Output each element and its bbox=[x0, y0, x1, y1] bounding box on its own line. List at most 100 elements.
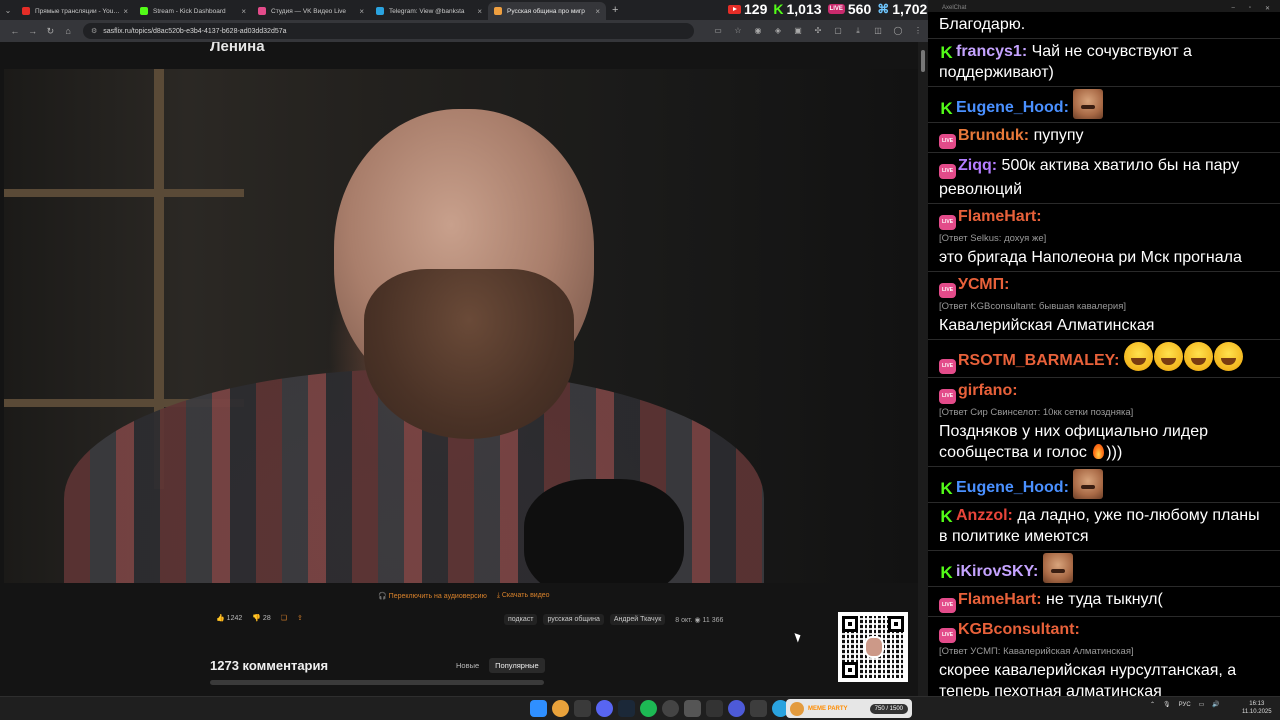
chat-message: K Anzzol: да ладно, уже по-любому планы в… bbox=[928, 503, 1280, 551]
back-icon[interactable]: ← bbox=[6, 26, 24, 36]
chat-username[interactable]: KGBconsultant: bbox=[958, 621, 1080, 638]
tab-close-icon[interactable]: × bbox=[477, 7, 482, 16]
app-icon[interactable] bbox=[706, 700, 723, 717]
home-icon[interactable]: ⌂ bbox=[59, 26, 77, 36]
chat-username[interactable]: FlameHart: bbox=[958, 208, 1042, 225]
vk-viewers: LIVE 560 bbox=[827, 1, 872, 17]
vk-live-icon: LIVE bbox=[939, 283, 956, 298]
app-icon[interactable] bbox=[684, 700, 701, 717]
youtube-icon bbox=[728, 4, 741, 14]
chat-reply-quote: [Ответ Selkus: дохуя же] bbox=[939, 233, 1047, 244]
browser-tab[interactable]: Студия — VK Видео Live × bbox=[252, 2, 370, 20]
forward-icon[interactable]: → bbox=[24, 26, 42, 36]
download-icon[interactable]: ⤓ bbox=[848, 26, 868, 36]
tab-close-icon[interactable]: × bbox=[123, 7, 128, 16]
microphone-icon[interactable]: 🎙 bbox=[1163, 701, 1171, 708]
video-meta: 8 окт. ◉ 11 366 bbox=[675, 616, 724, 624]
profile-icon[interactable]: ◯ bbox=[888, 26, 908, 36]
extension-icon[interactable]: ▣ bbox=[788, 26, 808, 36]
dislike-button[interactable]: 👎 28 bbox=[252, 614, 270, 622]
bookmark-icon[interactable]: ❏ bbox=[281, 614, 287, 622]
maximize-icon[interactable]: ▫ bbox=[1249, 5, 1251, 12]
browser-tab[interactable]: Stream - Kick Dashboard × bbox=[134, 2, 252, 20]
scrollbar-thumb[interactable] bbox=[921, 50, 925, 72]
chat-username[interactable]: Eugene_Hood: bbox=[956, 99, 1069, 116]
split-view-icon[interactable]: ◫ bbox=[868, 26, 888, 36]
page-scrollbar[interactable] bbox=[918, 42, 928, 696]
close-icon[interactable]: ✕ bbox=[1265, 5, 1270, 12]
network-icon[interactable]: ▭ bbox=[1199, 701, 1205, 708]
app-icon[interactable] bbox=[574, 700, 591, 717]
chat-username[interactable]: Brunduk: bbox=[958, 127, 1029, 144]
new-tab-button[interactable]: + bbox=[612, 4, 618, 16]
chat-username[interactable]: Ziqq: bbox=[958, 157, 997, 174]
bookmark-star-icon[interactable]: ☆ bbox=[728, 26, 748, 36]
tag-item[interactable]: Андрей Ткачук bbox=[609, 614, 666, 625]
tag-item[interactable]: русская община bbox=[543, 614, 604, 625]
discord-icon[interactable] bbox=[596, 700, 613, 717]
chat-username[interactable]: RSOTM_BARMALEY: bbox=[958, 352, 1119, 369]
chat-username[interactable]: iKirovSKY: bbox=[956, 563, 1038, 580]
chat-message: LIVE KGBconsultant: [Ответ УСМП: Кавалери… bbox=[928, 617, 1280, 696]
chat-message: Благодарю. bbox=[928, 12, 1280, 39]
sort-popular-tab[interactable]: Популярные bbox=[489, 658, 545, 673]
tray-expand-icon[interactable]: ⌃ bbox=[1150, 701, 1155, 708]
chat-message: LIVE FlameHart: не туда тыкнул( bbox=[928, 587, 1280, 617]
chat-username[interactable]: Anzzol: bbox=[956, 507, 1013, 524]
chat-text: Благодарю. bbox=[939, 16, 1026, 33]
system-clock[interactable]: 16:13 11.10.2025 bbox=[1242, 700, 1272, 716]
reaction-bar: 👍 1242 👎 28 ❏ ⇪ bbox=[216, 614, 303, 622]
tab-close-icon[interactable]: × bbox=[359, 7, 364, 16]
tab-close-icon[interactable]: × bbox=[595, 7, 600, 16]
youtube-viewers: 129 bbox=[728, 1, 767, 17]
tab-group-icon[interactable]: ▢ bbox=[828, 26, 848, 36]
chat-username[interactable]: Eugene_Hood: bbox=[956, 479, 1069, 496]
browser-tab[interactable]: Русская община про мигр × bbox=[488, 2, 606, 20]
tab-search-menu-icon[interactable]: ⌄ bbox=[0, 6, 16, 15]
taskbar-apps bbox=[530, 700, 789, 717]
tab-close-icon[interactable]: × bbox=[241, 7, 246, 16]
windows-start-icon[interactable] bbox=[530, 700, 547, 717]
chrome-icon[interactable] bbox=[552, 700, 569, 717]
extension-icon[interactable]: ◉ bbox=[748, 26, 768, 36]
tag-list: подкаст русская община Андрей Ткачук 8 о… bbox=[504, 614, 723, 625]
extensions-puzzle-icon[interactable]: ✣ bbox=[808, 26, 828, 36]
system-tray: ⌃ 🎙 РУС ▭ 🔊 bbox=[1150, 701, 1220, 709]
language-indicator[interactable]: РУС bbox=[1179, 702, 1191, 708]
speaker-beard bbox=[364, 269, 574, 439]
video-player[interactable] bbox=[4, 69, 918, 583]
spotify-icon[interactable] bbox=[640, 700, 657, 717]
volume-icon[interactable]: 🔊 bbox=[1212, 701, 1219, 708]
chat-username[interactable]: УСМП: bbox=[958, 276, 1009, 293]
taskbar: MEME PARTY 750 / 1500 ⌃ 🎙 РУС ▭ 🔊 16:13 … bbox=[0, 696, 1280, 720]
like-button[interactable]: 👍 1242 bbox=[216, 614, 242, 622]
chat-username[interactable]: FlameHart: bbox=[958, 591, 1042, 608]
chat-username[interactable]: girfano: bbox=[958, 382, 1018, 399]
tag-item[interactable]: подкаст bbox=[504, 614, 538, 625]
app-icon[interactable] bbox=[750, 700, 767, 717]
minimize-icon[interactable]: – bbox=[1231, 5, 1234, 12]
chat-username[interactable]: francys1: bbox=[956, 43, 1027, 60]
obs-icon[interactable] bbox=[662, 700, 679, 717]
download-video-link[interactable]: ⤓ Скачать видео bbox=[497, 592, 550, 600]
qr-code bbox=[838, 612, 908, 682]
reload-icon[interactable]: ↻ bbox=[41, 26, 59, 37]
browser-tab[interactable]: Прямые трансляции - YouTube × bbox=[16, 2, 134, 20]
install-app-icon[interactable]: ▭ bbox=[708, 26, 728, 36]
steam-icon[interactable] bbox=[618, 700, 635, 717]
tab-label: Telegram: View @banksta bbox=[389, 7, 465, 15]
chat-feed: Благодарю. Kfrancys1: Чай не сочувствуют … bbox=[928, 12, 1280, 696]
fire-emoji-icon bbox=[1093, 444, 1105, 459]
browser-tab[interactable]: Telegram: View @banksta × bbox=[370, 2, 488, 20]
sort-new-tab[interactable]: Новые bbox=[450, 658, 485, 673]
app-icon[interactable] bbox=[728, 700, 745, 717]
comments-sort-tabs: Новые Популярные bbox=[450, 658, 545, 673]
comment-input-bar[interactable] bbox=[210, 680, 544, 685]
chat-message: LIVE Ziqq: 500к актива хватило бы на пару… bbox=[928, 153, 1280, 204]
share-icon[interactable]: ⇪ bbox=[297, 614, 303, 622]
extension-icon[interactable]: ◈ bbox=[768, 26, 788, 36]
switch-audio-link[interactable]: 🎧 Переключить на аудиоверсию bbox=[378, 592, 487, 600]
browser-menu-icon[interactable]: ⋮ bbox=[908, 26, 928, 36]
url-field[interactable]: ⚙ sasflix.ru/topics/d8ac520b-e3b4-4137-b… bbox=[82, 23, 694, 39]
site-info-icon[interactable]: ⚙ bbox=[91, 27, 97, 35]
